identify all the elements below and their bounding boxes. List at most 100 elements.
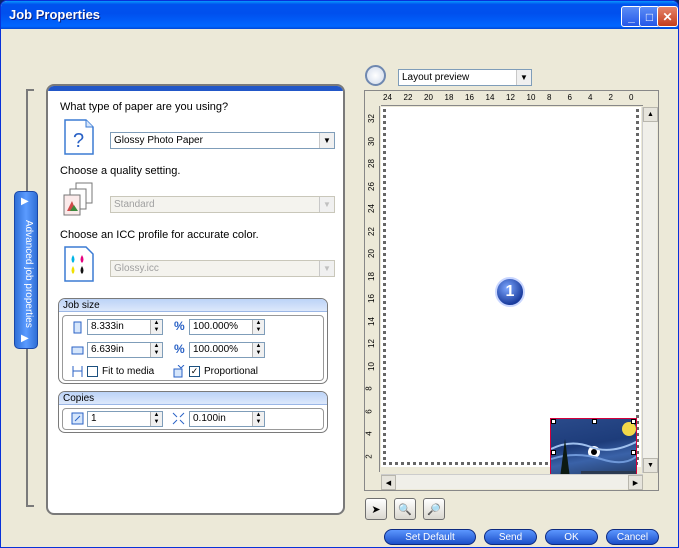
ruler-tick-label: 8 bbox=[547, 93, 552, 102]
scroll-right-button[interactable]: ▶ bbox=[628, 475, 643, 490]
copies-input[interactable]: 1 ▲ ▼ bbox=[87, 411, 163, 427]
height-stepper[interactable]: ▲ ▼ bbox=[150, 343, 162, 357]
title-bar[interactable]: Job Properties _ □ ✕ bbox=[1, 1, 678, 29]
vertical-scrollbar[interactable]: ▲ ▼ bbox=[642, 107, 658, 473]
panel-header-bar bbox=[48, 86, 343, 91]
horizontal-scrollbar[interactable]: ◀ ▶ bbox=[381, 474, 643, 490]
cancel-button[interactable]: Cancel bbox=[606, 529, 659, 545]
chevron-down-icon[interactable]: ▼ bbox=[319, 261, 334, 276]
icc-profile-select[interactable]: Glossy.icc ▼ bbox=[110, 260, 335, 277]
chevron-down-icon[interactable]: ▼ bbox=[516, 70, 531, 85]
send-button[interactable]: Send bbox=[484, 529, 537, 545]
close-button[interactable]: ✕ bbox=[657, 6, 678, 27]
layout-preview: 24 22 20 18 16 14 12 10 8 6 4 2 0 32 30 28 26 24 22 20 18 16… bbox=[364, 90, 659, 491]
quality-select[interactable]: Standard ▼ bbox=[110, 196, 335, 213]
dialog-body: ▶ Advanced job properties ▶ What type of… bbox=[4, 29, 675, 546]
height-percent-stepper[interactable]: ▲ ▼ bbox=[252, 343, 264, 357]
scroll-up-button[interactable]: ▲ bbox=[643, 107, 658, 122]
arrow-right-icon: ▶ bbox=[21, 196, 29, 207]
preview-mode-value: Layout preview bbox=[402, 72, 470, 83]
arrow-right-icon: ▶ bbox=[21, 333, 29, 344]
height-icon bbox=[71, 346, 84, 355]
height-percent-value: 100.000% bbox=[193, 344, 239, 355]
copy-spacing-stepper[interactable]: ▲ ▼ bbox=[252, 412, 264, 426]
width-stepper[interactable]: ▲ ▼ bbox=[150, 320, 162, 334]
advanced-tab-label: Advanced job properties bbox=[23, 220, 34, 328]
copies-stepper[interactable]: ▲ ▼ bbox=[150, 412, 162, 426]
scroll-down-button[interactable]: ▼ bbox=[643, 458, 658, 473]
paper-question: What type of paper are you using? bbox=[60, 101, 229, 113]
ruler-tick-label: 2 bbox=[608, 93, 613, 102]
page-canvas[interactable]: 1 bbox=[381, 107, 641, 485]
maximize-icon: □ bbox=[645, 9, 654, 24]
copies-group: Copies 1 ▲ ▼ 0.100in ▲ ▼ bbox=[58, 391, 328, 433]
proportional-icon bbox=[173, 365, 185, 378]
fit-to-media-label: Fit to media bbox=[102, 366, 155, 377]
ruler-tick-label: 4 bbox=[588, 93, 593, 102]
close-icon: ✕ bbox=[662, 9, 673, 24]
margin-guide-left bbox=[383, 109, 386, 465]
width-percent-stepper[interactable]: ▲ ▼ bbox=[252, 320, 264, 334]
ruler-tick-label: 6 bbox=[567, 93, 572, 102]
select-tool-button[interactable]: ➤ bbox=[365, 498, 387, 520]
paper-type-value: Glossy Photo Paper bbox=[114, 135, 203, 146]
ruler-tick-label: 30 bbox=[366, 136, 376, 146]
ruler-tick-label: 10 bbox=[366, 361, 376, 371]
ruler-tick-label: 14 bbox=[366, 316, 376, 326]
ok-button[interactable]: OK bbox=[545, 529, 598, 545]
ruler-tick-label: 8 bbox=[364, 386, 374, 391]
resize-handle[interactable] bbox=[592, 419, 597, 424]
width-percent-symbol: % bbox=[174, 319, 185, 333]
copies-title: Copies bbox=[59, 392, 327, 405]
quality-value: Standard bbox=[114, 199, 155, 210]
width-percent-input[interactable]: 100.000% ▲ ▼ bbox=[189, 319, 265, 335]
fit-to-media-checkbox[interactable] bbox=[87, 366, 98, 377]
ruler-tick-label: 20 bbox=[424, 93, 433, 102]
chevron-down-icon[interactable]: ▼ bbox=[319, 133, 334, 148]
resize-handle[interactable] bbox=[631, 419, 636, 424]
job-number-badge: 1 bbox=[495, 277, 525, 307]
height-input[interactable]: 6.639in ▲ ▼ bbox=[87, 342, 163, 358]
paper-help-icon: ? bbox=[64, 119, 94, 155]
preview-mode-select[interactable]: Layout preview ▼ bbox=[398, 69, 532, 86]
ruler-tick-label: 20 bbox=[366, 249, 376, 258]
width-value: 8.333in bbox=[91, 321, 124, 332]
ruler-tick-label: 6 bbox=[364, 408, 374, 414]
window-title: Job Properties bbox=[9, 7, 101, 22]
vertical-ruler: 32 30 28 26 24 22 20 18 16 14 12 10 8 6 4 2 bbox=[364, 106, 380, 472]
svg-text:?: ? bbox=[73, 130, 84, 152]
quality-icon bbox=[63, 182, 93, 216]
basic-properties-panel: What type of paper are you using? ? Glos… bbox=[46, 84, 345, 515]
clock-icon[interactable] bbox=[365, 65, 386, 86]
copy-spacing-input[interactable]: 0.100in ▲ ▼ bbox=[189, 411, 265, 427]
height-percent-input[interactable]: 100.000% ▲ ▼ bbox=[189, 342, 265, 358]
ruler-tick-label: 26 bbox=[366, 181, 376, 191]
copy-spacing-value: 0.100in bbox=[193, 413, 226, 424]
job-size-title: Job size bbox=[59, 299, 327, 312]
ruler-tick-label: 14 bbox=[485, 93, 495, 102]
ruler-tick-label: 12 bbox=[506, 93, 515, 102]
zoom-page-icon: 🔎 bbox=[427, 503, 441, 516]
zoom-page-button[interactable]: 🔎 bbox=[423, 498, 445, 520]
ruler-tick-label: 16 bbox=[366, 294, 376, 303]
width-percent-value: 100.000% bbox=[193, 321, 239, 332]
width-input[interactable]: 8.333in ▲ ▼ bbox=[87, 319, 163, 335]
ruler-tick-label: 16 bbox=[465, 93, 474, 102]
arrow-pointer-icon: ➤ bbox=[371, 503, 381, 516]
resize-handle[interactable] bbox=[551, 419, 556, 424]
width-icon bbox=[73, 321, 82, 334]
ruler-tick-label: 10 bbox=[526, 93, 536, 102]
resize-handle[interactable] bbox=[631, 450, 636, 455]
chevron-down-icon[interactable]: ▼ bbox=[319, 197, 334, 212]
quality-question: Choose a quality setting. bbox=[60, 165, 181, 177]
icc-profile-value: Glossy.icc bbox=[114, 263, 159, 274]
scroll-left-button[interactable]: ◀ bbox=[381, 475, 396, 490]
spacing-icon bbox=[172, 412, 185, 425]
margin-guide-right bbox=[636, 109, 639, 465]
proportional-checkbox[interactable]: ✓ bbox=[189, 366, 200, 377]
zoom-tool-button[interactable]: 🔍 bbox=[394, 498, 416, 520]
set-default-button[interactable]: Set Default bbox=[384, 529, 476, 545]
paper-type-select[interactable]: Glossy Photo Paper ▼ bbox=[110, 132, 335, 149]
advanced-job-properties-tab[interactable]: ▶ Advanced job properties ▶ bbox=[14, 191, 38, 349]
resize-handle[interactable] bbox=[551, 450, 556, 455]
